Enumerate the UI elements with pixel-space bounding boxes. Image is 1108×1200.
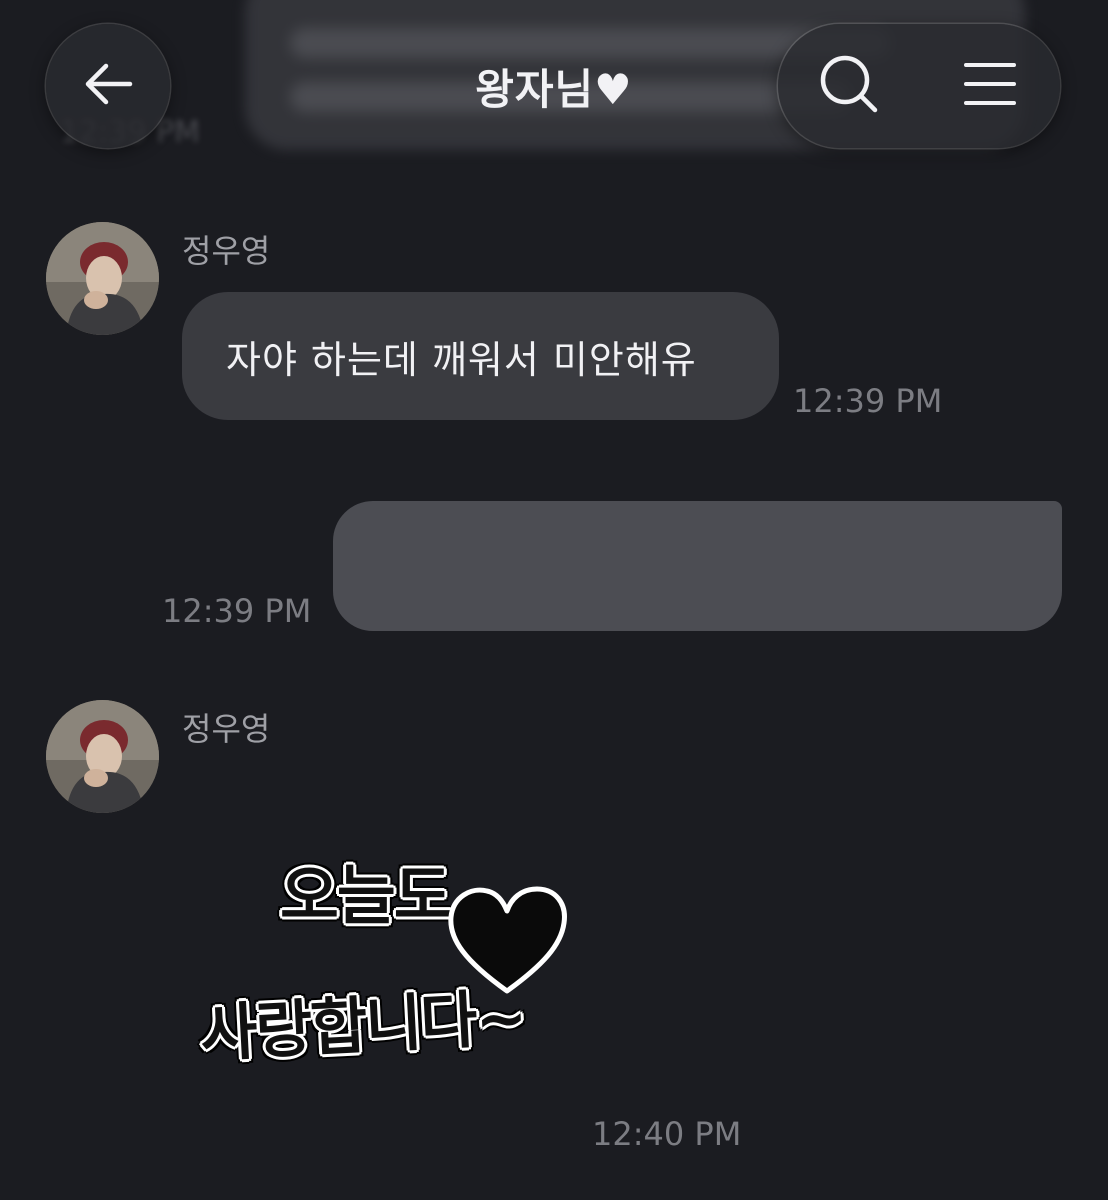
- sender-name: 정우영: [182, 710, 271, 748]
- header-actions: [778, 24, 1060, 148]
- sticker-text-line1: 오늘도: [280, 860, 453, 934]
- search-icon: [817, 52, 881, 120]
- message-bubble[interactable]: 자야 하는데 깨워서 미안해유: [182, 292, 779, 420]
- message-time: 12:39 PM: [162, 592, 312, 630]
- avatar[interactable]: [46, 700, 159, 813]
- emoticon-sticker[interactable]: 오늘도 사랑합니다~: [190, 825, 580, 1095]
- heart-icon: [445, 883, 570, 1002]
- search-button[interactable]: [778, 24, 919, 148]
- menu-icon: [962, 61, 1018, 111]
- my-message-bubble[interactable]: [333, 501, 1062, 631]
- menu-button[interactable]: [919, 24, 1060, 148]
- message-time: 12:39 PM: [793, 382, 943, 420]
- avatar[interactable]: [46, 222, 159, 335]
- profile-photo: [46, 222, 159, 335]
- message-time: 12:40 PM: [592, 1115, 742, 1153]
- sender-name: 정우영: [182, 232, 271, 270]
- profile-photo: [46, 700, 159, 813]
- message-text: 자야 하는데 깨워서 미안해유: [226, 337, 697, 382]
